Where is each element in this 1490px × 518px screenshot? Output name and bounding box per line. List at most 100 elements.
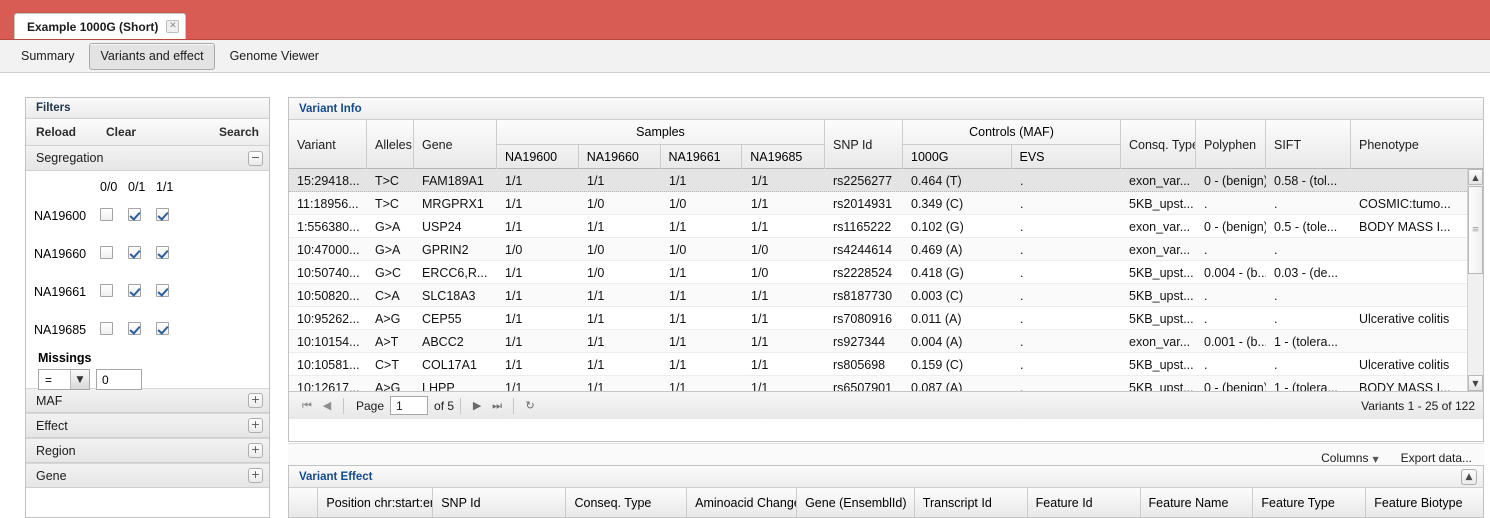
filter-section-region[interactable]: Region + bbox=[26, 438, 269, 463]
ve-column-header-aminoacid-change[interactable]: Aminoacid Change bbox=[687, 488, 798, 517]
column-header-evs[interactable]: EVS bbox=[1012, 145, 1121, 169]
column-header-gene[interactable]: Gene bbox=[414, 120, 497, 169]
document-tab[interactable]: Example 1000G (Short) ✕ bbox=[14, 13, 187, 39]
column-header-polyphen[interactable]: Polyphen bbox=[1196, 120, 1266, 169]
columns-menu-button[interactable]: Columns ▼ bbox=[1321, 451, 1379, 465]
table-row[interactable]: 10:47000... G>A GPRIN2 1/0 1/0 1/0 1/0 rs424461… bbox=[289, 238, 1483, 261]
table-row[interactable]: 11:18956... T>C MRGPRX1 1/1 1/0 1/0 1/1 rs20149… bbox=[289, 192, 1483, 215]
cell-na19661: 1/1 bbox=[669, 173, 687, 188]
clear-button[interactable]: Clear bbox=[106, 125, 136, 139]
collapse-up-icon[interactable]: ▲ bbox=[1461, 469, 1477, 485]
table-row[interactable]: 10:10154... A>T ABCC2 1/1 1/1 1/1 1/1 rs927344 0… bbox=[289, 330, 1483, 353]
ve-column-header-snp-id[interactable]: SNP Id bbox=[433, 488, 567, 517]
ve-column-header-feature-biotype[interactable]: Feature Biotype bbox=[1366, 488, 1483, 517]
scroll-up-icon[interactable]: ▲ bbox=[1468, 169, 1483, 185]
filter-section-effect[interactable]: Effect + bbox=[26, 413, 269, 438]
missings-value-input[interactable]: 0 bbox=[96, 369, 142, 390]
tab-genome-viewer[interactable]: Genome Viewer bbox=[219, 43, 330, 70]
checkbox-na19600-01[interactable] bbox=[128, 208, 156, 224]
export-data-button[interactable]: Export data... bbox=[1401, 451, 1472, 465]
filter-section-gene-label: Gene bbox=[36, 468, 67, 483]
ve-column-header-conseq-type[interactable]: Conseq. Type bbox=[566, 488, 688, 517]
scroll-down-icon[interactable]: ▼ bbox=[1468, 375, 1483, 391]
table-row[interactable]: 10:10581... C>T COL17A1 1/1 1/1 1/1 1/1 rs80569… bbox=[289, 353, 1483, 376]
checkbox-na19685-01[interactable] bbox=[128, 322, 156, 338]
next-page-icon[interactable]: ▶ bbox=[467, 396, 487, 416]
cell-na19660: 1/1 bbox=[587, 311, 605, 326]
ve-column-header-select[interactable] bbox=[289, 488, 319, 517]
column-header-phenotype[interactable]: Phenotype bbox=[1351, 120, 1469, 169]
ve-column-header-feature-id[interactable]: Feature Id bbox=[1028, 488, 1141, 517]
variant-info-title: Variant Info bbox=[299, 102, 362, 115]
cell-na19661: 1/1 bbox=[669, 265, 687, 280]
checkbox-na19600-11[interactable] bbox=[156, 208, 184, 224]
plus-icon[interactable]: + bbox=[248, 393, 263, 408]
tab-summary[interactable]: Summary bbox=[10, 43, 85, 70]
close-icon[interactable]: ✕ bbox=[166, 20, 180, 33]
refresh-icon[interactable]: ↻ bbox=[520, 396, 540, 416]
chevron-down-icon[interactable]: ▼ bbox=[70, 370, 89, 389]
cell-na19661: 1/1 bbox=[669, 380, 687, 392]
vertical-scrollbar[interactable]: ▲ ≡ ▼ bbox=[1467, 169, 1483, 391]
checkbox-na19600-00[interactable] bbox=[100, 208, 128, 224]
table-row[interactable]: 10:12617... A>G LHPP 1/1 1/1 1/1 1/1 rs6507901 0… bbox=[289, 376, 1483, 391]
reload-button[interactable]: Reload bbox=[36, 125, 76, 139]
checkbox-na19660-11[interactable] bbox=[156, 246, 184, 262]
minus-icon[interactable]: − bbox=[248, 150, 263, 166]
cell-sift: . bbox=[1274, 357, 1278, 372]
column-header-na19661[interactable]: NA19661 bbox=[661, 145, 743, 169]
segregation-body: 0/0 0/1 1/1 NA19600 NA19660 NA19661 NA19… bbox=[26, 171, 269, 390]
column-header-consq-type[interactable]: Consq. Type bbox=[1121, 120, 1196, 169]
cell-polyphen: . bbox=[1204, 196, 1208, 211]
tab-variants-and-effect[interactable]: Variants and effect bbox=[89, 42, 215, 70]
scrollbar-thumb[interactable]: ≡ bbox=[1468, 186, 1483, 274]
cell-snp-id: rs2256277 bbox=[833, 173, 893, 188]
page-total-label: of 5 bbox=[434, 398, 455, 413]
table-row[interactable]: 10:50740... G>C ERCC6,R... 1/1 1/0 1/1 1/0 rs22… bbox=[289, 261, 1483, 284]
search-button[interactable]: Search bbox=[219, 125, 259, 139]
last-page-icon[interactable]: ⏭ bbox=[487, 396, 507, 416]
table-row[interactable]: 10:50820... C>A SLC18A3 1/1 1/1 1/1 1/1 rs81877… bbox=[289, 284, 1483, 307]
ve-column-header-feature-type[interactable]: Feature Type bbox=[1253, 488, 1367, 517]
ve-column-header-position[interactable]: Position chr:start:end bbox=[318, 488, 434, 517]
first-page-icon[interactable]: ⏮ bbox=[297, 396, 317, 416]
checkbox-na19660-00[interactable] bbox=[100, 246, 128, 262]
page-number-input[interactable]: 1 bbox=[390, 396, 429, 415]
checkbox-na19660-01[interactable] bbox=[128, 246, 156, 262]
checkbox-na19661-01[interactable] bbox=[128, 284, 156, 300]
checkbox-na19685-11[interactable] bbox=[156, 322, 184, 338]
plus-icon[interactable]: + bbox=[248, 443, 263, 458]
cell-sift: 0.58 - (tol... bbox=[1274, 173, 1338, 188]
column-header-snp-id[interactable]: SNP Id bbox=[825, 120, 903, 169]
view-tab-strip: Summary Variants and effect Genome Viewe… bbox=[0, 40, 1490, 73]
missings-operator-select[interactable]: = ▼ bbox=[38, 369, 90, 390]
table-row[interactable]: 10:95262... A>G CEP55 1/1 1/1 1/1 1/1 rs7080916… bbox=[289, 307, 1483, 330]
plus-icon[interactable]: + bbox=[248, 418, 263, 433]
checkbox-na19661-11[interactable] bbox=[156, 284, 184, 300]
column-header-na19685[interactable]: NA19685 bbox=[742, 145, 824, 169]
filter-section-segregation[interactable]: Segregation − bbox=[26, 146, 269, 171]
prev-page-icon[interactable]: ◀ bbox=[317, 396, 337, 416]
table-row[interactable]: 1:556380... G>A USP24 1/1 1/1 1/1 1/1 rs1165222… bbox=[289, 215, 1483, 238]
column-header-variant[interactable]: Variant bbox=[289, 120, 367, 169]
chevron-down-icon[interactable]: ▼ bbox=[1372, 455, 1378, 464]
ve-column-header-transcript-id[interactable]: Transcript Id bbox=[915, 488, 1028, 517]
cell-na19685: 1/1 bbox=[751, 173, 769, 188]
variant-info-grid-body[interactable]: 15:29418... T>C FAM189A1 1/1 1/1 1/1 1/1 rs2256… bbox=[289, 169, 1483, 391]
column-header-na19600[interactable]: NA19600 bbox=[497, 145, 579, 169]
ve-column-header-feature-name[interactable]: Feature Name bbox=[1141, 488, 1254, 517]
checkbox-na19661-00[interactable] bbox=[100, 284, 128, 300]
column-header-sift[interactable]: SIFT bbox=[1266, 120, 1351, 169]
cell-consq-type: 5KB_upst... bbox=[1129, 380, 1194, 392]
column-header-na19660[interactable]: NA19660 bbox=[579, 145, 661, 169]
cell-phenotype: COSMIC:tumo... bbox=[1359, 196, 1451, 211]
checkbox-na19685-00[interactable] bbox=[100, 322, 128, 338]
filter-section-gene[interactable]: Gene + bbox=[26, 463, 269, 488]
plus-icon[interactable]: + bbox=[248, 468, 263, 483]
column-header-alleles[interactable]: Alleles bbox=[367, 120, 414, 169]
ve-column-header-gene-ensembl[interactable]: Gene (EnsemblId) bbox=[797, 488, 915, 517]
table-row[interactable]: 15:29418... T>C FAM189A1 1/1 1/1 1/1 1/1 rs2256… bbox=[289, 169, 1483, 192]
filter-section-maf[interactable]: MAF + bbox=[26, 388, 269, 413]
cell-alleles: C>A bbox=[375, 288, 400, 303]
column-header-1000g[interactable]: 1000G bbox=[903, 145, 1012, 169]
